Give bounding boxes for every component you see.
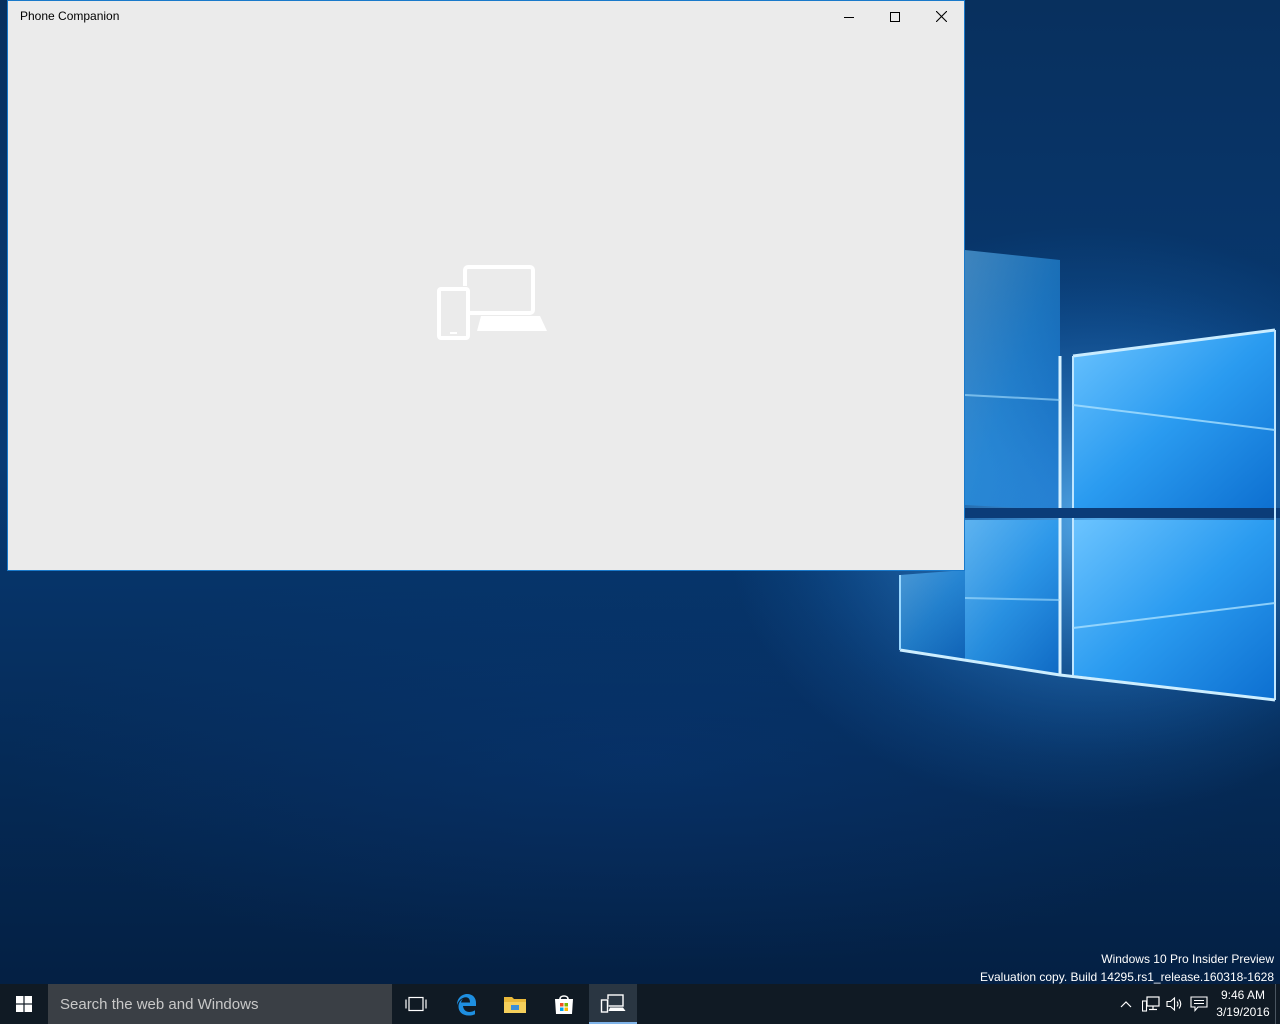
close-icon (935, 11, 947, 22)
phone-companion-window: Phone Companion (7, 0, 965, 571)
store-icon (555, 995, 573, 1014)
minimize-icon (844, 16, 854, 18)
chevron-up-icon (1120, 1001, 1132, 1008)
file-explorer-button[interactable] (491, 984, 539, 1024)
show-desktop-button[interactable] (1275, 984, 1280, 1024)
window-title: Phone Companion (20, 9, 120, 23)
close-button[interactable] (918, 1, 964, 32)
action-center-button[interactable] (1187, 984, 1211, 1024)
minimize-button[interactable] (826, 1, 872, 32)
folder-icon (504, 997, 526, 1013)
clock[interactable]: 9:46 AM 3/19/2016 (1212, 987, 1274, 1021)
watermark-line-1: Windows 10 Pro Insider Preview (1101, 952, 1274, 966)
phone-laptop-icon (436, 265, 547, 340)
start-button[interactable] (0, 984, 48, 1024)
maximize-button[interactable] (872, 1, 918, 32)
action-center-icon (1190, 996, 1208, 1012)
windows-logo-icon (16, 996, 32, 1012)
maximize-icon (890, 11, 900, 22)
task-view-icon (405, 996, 427, 1012)
network-icon (1142, 996, 1160, 1012)
evaluation-watermark: Windows 10 Pro Insider Preview Evaluatio… (980, 950, 1274, 986)
edge-button[interactable] (442, 984, 490, 1024)
store-button[interactable] (540, 984, 588, 1024)
clock-time: 9:46 AM (1220, 988, 1266, 1002)
search-input[interactable] (48, 984, 392, 1024)
title-bar[interactable]: Phone Companion (8, 1, 964, 32)
volume-button[interactable] (1163, 984, 1187, 1024)
show-hidden-icons-button[interactable] (1114, 984, 1138, 1024)
edge-icon (457, 994, 476, 1016)
task-view-button[interactable] (392, 984, 440, 1024)
volume-icon (1166, 996, 1182, 1012)
phone-companion-icon (600, 994, 626, 1013)
clock-date: 3/19/2016 (1216, 1005, 1270, 1019)
phone-companion-taskbar-button[interactable] (589, 984, 637, 1024)
network-button[interactable] (1139, 984, 1163, 1024)
taskbar: 9:46 AM 3/19/2016 (0, 984, 1280, 1024)
search-box[interactable] (48, 984, 392, 1024)
